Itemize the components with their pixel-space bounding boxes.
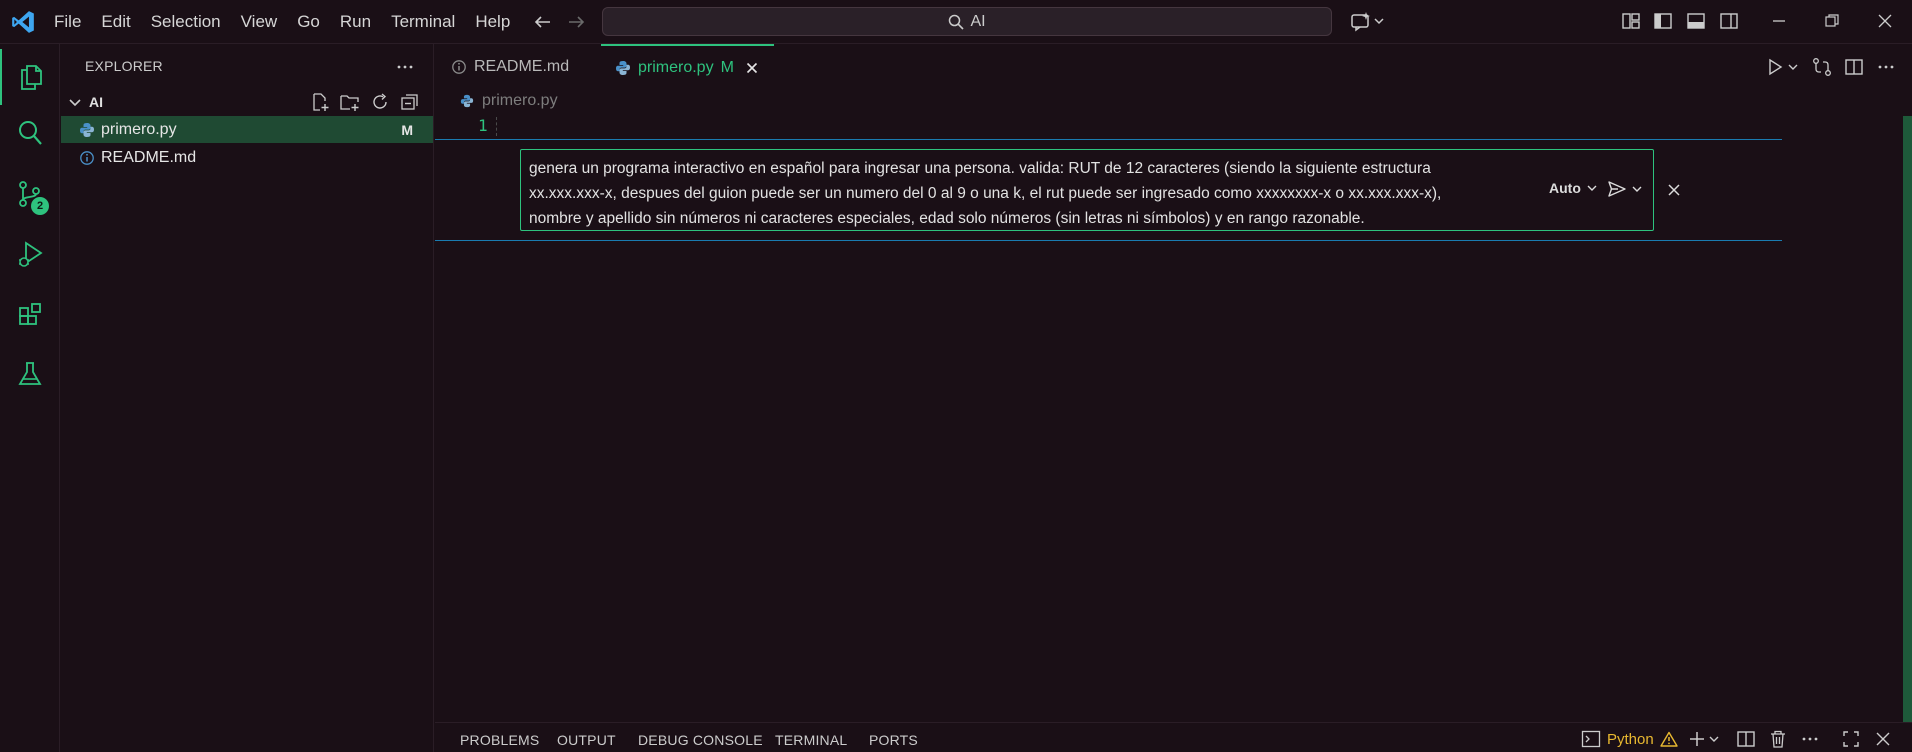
- search-icon[interactable]: [0, 105, 60, 161]
- new-folder-icon[interactable]: [339, 91, 361, 113]
- copilot-icon[interactable]: [1350, 10, 1386, 32]
- minimize-icon[interactable]: [1768, 10, 1790, 32]
- menu-help[interactable]: Help: [465, 0, 520, 44]
- command-center-search[interactable]: AI: [602, 7, 1332, 36]
- tab-label: README.md: [474, 57, 570, 75]
- title-bar: File Edit Selection View Go Run Terminal…: [0, 0, 1912, 44]
- chevron-down-icon: [1631, 183, 1643, 195]
- tab-primero[interactable]: primero.py M: [601, 44, 774, 89]
- menu-go[interactable]: Go: [287, 0, 330, 44]
- terminal-icon: [1581, 730, 1601, 748]
- line-number: 1: [478, 116, 488, 135]
- explorer-icon[interactable]: [0, 49, 60, 105]
- menu-file[interactable]: File: [44, 0, 91, 44]
- send-button[interactable]: [1607, 180, 1643, 198]
- file-row-readme[interactable]: README.md: [61, 144, 433, 171]
- activity-bar: 2: [0, 44, 60, 752]
- split-editor-icon[interactable]: [1843, 56, 1865, 78]
- tab-terminal[interactable]: TERMINAL: [775, 732, 847, 748]
- python-icon: [79, 122, 95, 138]
- mode-picker[interactable]: Auto: [1549, 180, 1598, 196]
- terminal-python-selector[interactable]: Python: [1581, 728, 1678, 750]
- breadcrumb[interactable]: primero.py: [460, 92, 558, 110]
- indent-guide: [496, 117, 497, 136]
- file-name: README.md: [101, 148, 197, 166]
- explorer-sidebar: EXPLORER AI primero.py M README.md: [61, 44, 434, 752]
- layout-icon[interactable]: [1620, 10, 1642, 32]
- folder-actions: [309, 91, 421, 113]
- editor-scrollbar[interactable]: [1903, 116, 1912, 722]
- compare-changes-icon[interactable]: [1811, 56, 1833, 78]
- close-window-icon[interactable]: [1874, 10, 1896, 32]
- forward-arrow-icon[interactable]: [565, 11, 587, 33]
- trash-icon[interactable]: [1767, 728, 1789, 750]
- tab-problems[interactable]: PROBLEMS: [460, 732, 539, 748]
- close-chat-icon[interactable]: [1664, 180, 1684, 200]
- file-name: primero.py: [101, 120, 177, 138]
- tab-output[interactable]: OUTPUT: [557, 732, 616, 748]
- extensions-icon[interactable]: [0, 286, 60, 342]
- menu-view[interactable]: View: [231, 0, 288, 44]
- chat-prompt-text[interactable]: genera un programa interactivo en españo…: [529, 156, 1489, 231]
- sidebar-title: EXPLORER: [85, 58, 163, 74]
- chat-prompt-line: xx.xxx.xxx-x, despues del guion puede se…: [529, 185, 1442, 202]
- mode-label: Auto: [1549, 180, 1581, 196]
- panel-bar: PROBLEMS OUTPUT DEBUG CONSOLE TERMINAL P…: [435, 722, 1912, 752]
- close-panel-icon[interactable]: [1872, 728, 1894, 750]
- toggle-sidebar-icon[interactable]: [1652, 10, 1674, 32]
- toggle-panel-icon[interactable]: [1685, 10, 1707, 32]
- folder-row[interactable]: AI: [61, 89, 433, 115]
- restore-icon[interactable]: [1821, 10, 1843, 32]
- info-icon: [79, 150, 95, 166]
- tab-modified-badge: M: [720, 58, 734, 76]
- warning-icon: [1660, 731, 1678, 747]
- python-icon: [460, 94, 474, 108]
- more-actions-icon[interactable]: [1799, 728, 1821, 750]
- menu-terminal[interactable]: Terminal: [381, 0, 465, 44]
- maximize-panel-icon[interactable]: [1840, 728, 1862, 750]
- python-icon: [615, 60, 631, 76]
- close-tab-icon[interactable]: [744, 60, 760, 76]
- testing-icon[interactable]: [0, 346, 60, 402]
- menu-selection[interactable]: Selection: [141, 0, 231, 44]
- run-python-icon[interactable]: [1765, 56, 1801, 78]
- menu-run[interactable]: Run: [330, 0, 381, 44]
- new-terminal-icon[interactable]: [1687, 728, 1723, 750]
- source-control-badge: 2: [31, 197, 49, 215]
- send-icon: [1607, 180, 1627, 198]
- search-icon: [948, 14, 965, 30]
- chat-prompt-line: genera un programa interactivo en españo…: [529, 160, 1431, 177]
- chat-prompt-line: nombre y apellido sin números ni caracte…: [529, 210, 1365, 227]
- menu-edit[interactable]: Edit: [91, 0, 140, 44]
- info-icon: [451, 59, 467, 75]
- collapse-all-icon[interactable]: [399, 91, 421, 113]
- new-file-icon[interactable]: [309, 91, 331, 113]
- editor-tabs: README.md primero.py M: [435, 44, 1912, 89]
- breadcrumb-file: primero.py: [482, 92, 558, 109]
- folder-name: AI: [89, 94, 103, 110]
- search-text: AI: [970, 12, 986, 30]
- tab-debug-console[interactable]: DEBUG CONSOLE: [638, 732, 763, 748]
- vscode-logo-icon: [10, 9, 36, 35]
- toggle-secondary-sidebar-icon[interactable]: [1718, 10, 1740, 32]
- back-arrow-icon[interactable]: [532, 11, 554, 33]
- run-debug-icon[interactable]: [0, 226, 60, 282]
- more-actions-icon[interactable]: [394, 56, 416, 78]
- menu-bar: File Edit Selection View Go Run Terminal…: [44, 0, 520, 44]
- refresh-icon[interactable]: [369, 91, 391, 113]
- tab-readme[interactable]: README.md: [451, 44, 601, 89]
- split-terminal-icon[interactable]: [1735, 728, 1757, 750]
- source-control-icon[interactable]: 2: [0, 166, 60, 222]
- tab-ports[interactable]: PORTS: [869, 732, 918, 748]
- terminal-label: Python: [1607, 730, 1654, 748]
- file-row-primero[interactable]: primero.py M: [61, 116, 433, 143]
- chevron-down-icon: [1586, 182, 1598, 194]
- more-actions-icon[interactable]: [1875, 56, 1897, 78]
- tab-label: primero.py: [638, 58, 714, 76]
- file-status-badge: M: [401, 121, 413, 138]
- chevron-down-icon: [67, 94, 83, 110]
- inline-chat-input[interactable]: genera un programa interactivo en españo…: [520, 149, 1654, 231]
